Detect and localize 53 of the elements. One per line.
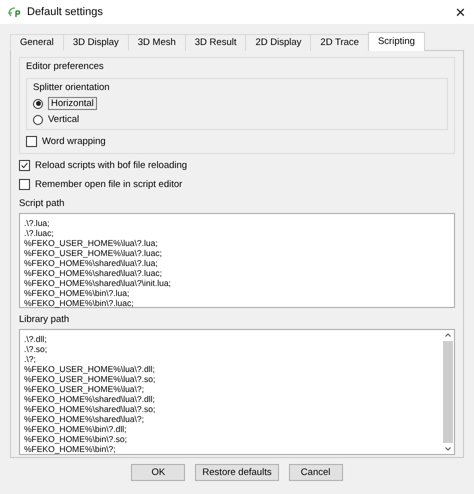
checkbox[interactable] <box>19 160 30 171</box>
group-title: Splitter orientation <box>33 82 111 93</box>
path-line: %FEKO_HOME%\shared\lua\?\init.lua; <box>24 278 172 288</box>
path-line: .\?.luac; <box>24 228 55 238</box>
path-line: %FEKO_HOME%\bin\?.luac; <box>24 298 135 308</box>
path-line: %FEKO_USER_HOME%\lua\?.dll; <box>24 364 156 374</box>
path-line: %FEKO_HOME%\bin\?; <box>24 444 117 454</box>
path-line: %FEKO_USER_HOME%\lua\?.luac; <box>24 248 163 258</box>
tab[interactable]: General <box>10 34 64 51</box>
path-line: %FEKO_USER_HOME%\lua\?.lua; <box>24 238 159 248</box>
path-line: %FEKO_HOME%\bin\?.lua; <box>24 288 130 298</box>
radio-button[interactable] <box>33 98 43 108</box>
checkbox-label: Reload scripts with bof file reloading <box>35 160 188 171</box>
path-line: %FEKO_HOME%\shared\lua\?.lua; <box>24 258 159 268</box>
path-line: %FEKO_HOME%\bin\?.dll; <box>24 424 128 434</box>
script-path-field[interactable] <box>19 213 455 308</box>
scroll-up-icon[interactable] <box>444 331 452 339</box>
path-line: .\?.so; <box>24 344 48 354</box>
path-line: .\?.lua; <box>24 218 51 228</box>
scrollbar-thumb[interactable] <box>443 341 453 443</box>
library-path-field[interactable] <box>19 329 455 455</box>
path-line: %FEKO_HOME%\shared\lua\?.luac; <box>24 268 163 278</box>
checkbox[interactable] <box>19 179 30 190</box>
tab[interactable]: 3D Mesh <box>128 34 186 51</box>
dialog-button[interactable]: OK <box>131 464 186 481</box>
path-line: %FEKO_HOME%\shared\lua\?.so; <box>24 404 156 414</box>
checkbox-label: Word wrapping <box>42 136 106 147</box>
tab[interactable]: Scripting <box>368 32 425 51</box>
path-line: %FEKO_USER_HOME%\lua\?.so; <box>24 374 156 384</box>
path-line: %FEKO_HOME%\bin\?.so; <box>24 434 128 444</box>
radio-button[interactable] <box>33 114 43 124</box>
tab[interactable]: 2D Trace <box>310 34 369 51</box>
group-title: Editor preferences <box>26 61 105 72</box>
field-label: Script path <box>19 197 66 209</box>
scroll-down-icon[interactable] <box>444 445 452 453</box>
window-title: Default settings <box>27 6 104 18</box>
close-button[interactable]: ✕ <box>455 4 466 20</box>
path-line: .\?.dll; <box>24 334 48 344</box>
field-label: Library path <box>19 313 70 325</box>
checkbox-label: Remember open file in script editor <box>35 179 182 190</box>
tab[interactable]: 2D Display <box>245 34 312 51</box>
dialog-button[interactable]: Restore defaults <box>195 464 279 481</box>
radio-label: Vertical <box>48 114 80 125</box>
path-line: %FEKO_USER_HOME%\lua\?; <box>24 384 145 394</box>
path-line: %FEKO_HOME%\shared\lua\?.dll; <box>24 394 156 404</box>
path-line: .\?; <box>24 354 37 364</box>
tab[interactable]: 3D Result <box>184 34 246 51</box>
dialog-button[interactable]: Cancel <box>288 464 343 481</box>
path-line: %FEKO_HOME%\shared\lua\?; <box>24 414 145 424</box>
checkbox[interactable] <box>26 136 37 147</box>
radio-label: Horizontal <box>48 97 97 110</box>
app-icon <box>8 6 21 18</box>
tab[interactable]: 3D Display <box>62 34 129 51</box>
